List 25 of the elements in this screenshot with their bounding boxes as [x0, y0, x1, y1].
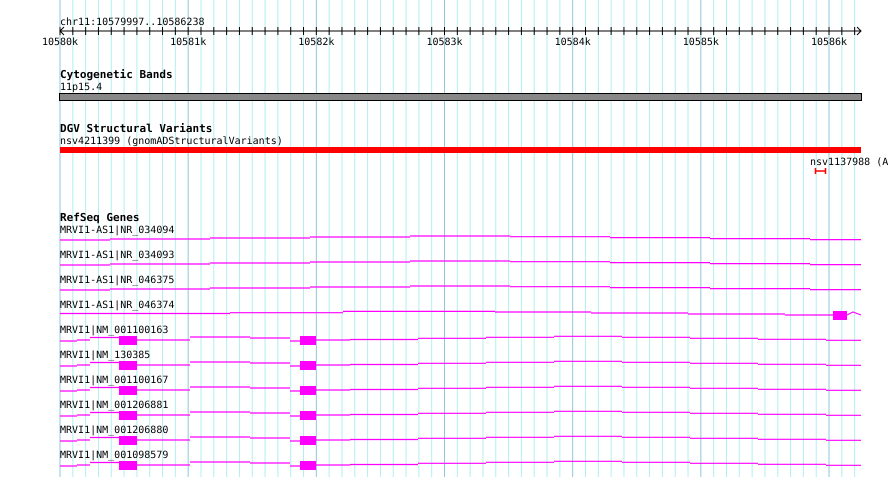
variant-marker: [814, 167, 827, 175]
location-label: chr11:10579997..10586238: [60, 17, 204, 28]
transcript-label: MRVI1-AS1|NR_034093: [60, 250, 174, 261]
transcript-label: MRVI1|NM_001100163: [60, 325, 168, 336]
tick-label: 10581k: [170, 37, 206, 48]
tick-label: 10583k: [426, 37, 463, 48]
tick-label: 10580k: [42, 37, 78, 48]
transcript-label: MRVI1-AS1|NR_046374: [60, 300, 174, 311]
tick-label: 10584k: [554, 37, 591, 48]
transcript-label: MRVI1|NM_001206881: [60, 400, 168, 411]
transcript-label: MRVI1|NM_001098579: [60, 450, 168, 461]
track-title: RefSeq Genes: [60, 211, 140, 224]
transcript-label: MRVI1|NM_001206880: [60, 425, 168, 436]
track-title: DGV Structural Variants: [60, 122, 212, 135]
transcript-label: MRVI1|NM_130385: [60, 350, 150, 361]
variant-label: nsv4211399 (gnomADStructuralVariants): [60, 136, 283, 147]
band-label: 11p15.4: [60, 82, 102, 93]
transcript-label: MRVI1|NM_001100167: [60, 375, 168, 386]
variant-label: nsv1137988 (A: [810, 157, 888, 168]
transcript-label: MRVI1-AS1|NR_046375: [60, 275, 174, 286]
tick-label: 10582k: [298, 37, 334, 48]
tick-label: 10585k: [682, 37, 719, 48]
transcript-label: MRVI1-AS1|NR_034094: [60, 225, 174, 236]
track-title: Cytogenetic Bands: [60, 68, 173, 81]
tick-label: 10586k: [810, 37, 848, 48]
